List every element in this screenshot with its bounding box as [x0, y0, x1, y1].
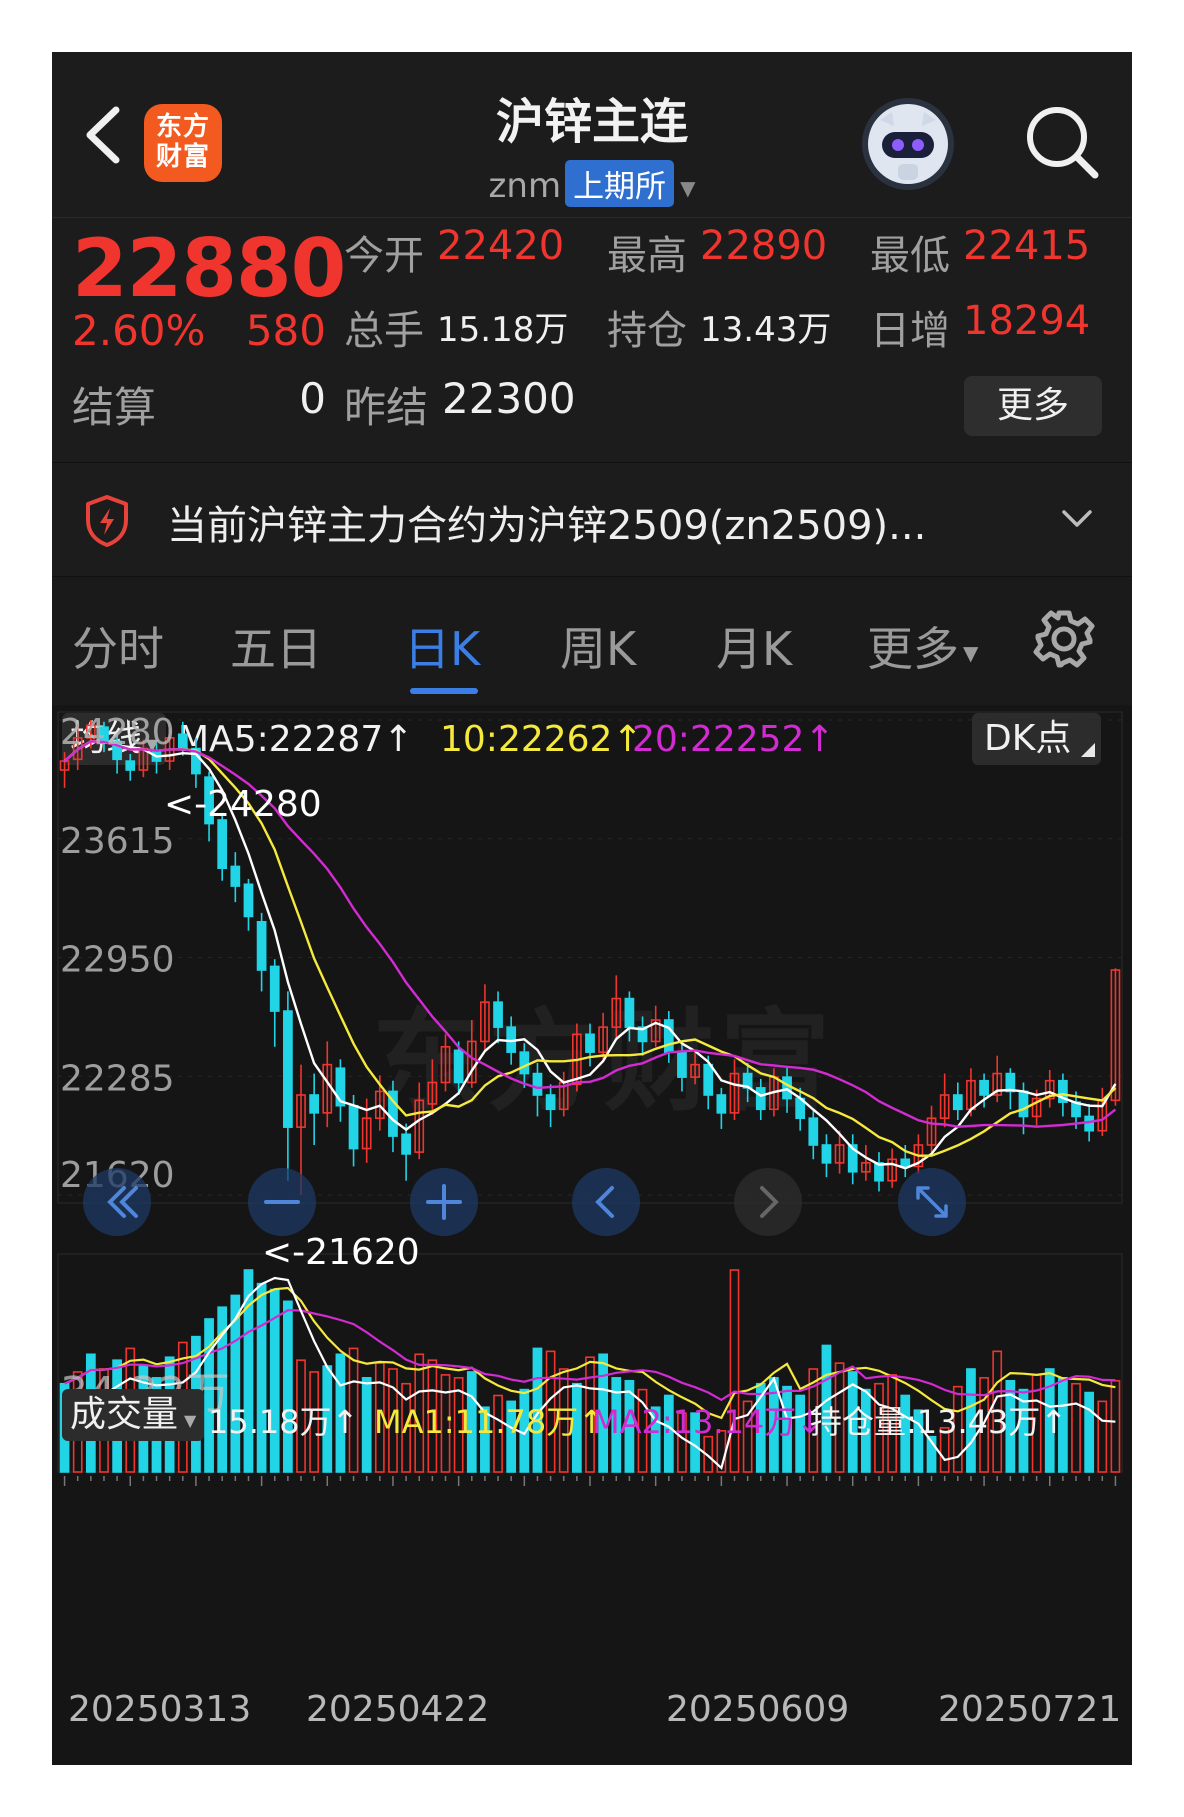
- caret-down-icon: ▼: [184, 1411, 197, 1430]
- price-tick-label: 22950: [60, 940, 175, 981]
- candle-body: [952, 1094, 963, 1111]
- candle-body: [663, 1019, 674, 1053]
- indicator-selector[interactable]: 成交量 ▼: [62, 1389, 205, 1441]
- candle-body: [808, 1117, 819, 1146]
- fullscreen-button[interactable]: [898, 1168, 966, 1236]
- candle-body: [269, 965, 280, 1012]
- app-screen: 东方 财富 沪锌主连 znm 上期所 ▼ 22880 2.60% 580 结算 …: [52, 52, 1132, 1765]
- up-arrow-icon: ↑: [1040, 1403, 1068, 1441]
- candle-body: [348, 1104, 359, 1150]
- candle-body: [755, 1087, 766, 1111]
- rewind-button[interactable]: [83, 1168, 151, 1236]
- volume-today-text: 15.18万: [208, 1403, 332, 1441]
- date-label-1: 20250313: [68, 1689, 252, 1730]
- candle-body: [217, 819, 228, 870]
- candle-body: [309, 1094, 320, 1114]
- candle-body: [453, 1049, 464, 1084]
- candle-body: [821, 1144, 832, 1164]
- date-label-3: 20250609: [666, 1689, 850, 1730]
- scroll-left-button[interactable]: [572, 1168, 640, 1236]
- candle-body: [1084, 1115, 1095, 1132]
- scroll-right-button[interactable]: [734, 1168, 802, 1236]
- volume-indicator-row: 成交量 ▼ 15.18万↑ MA1:11.78万↑ MA2:13.14万↓ 持仓量…: [52, 1385, 1132, 1445]
- candle-body: [1018, 1090, 1029, 1118]
- rewind-button-bg: [83, 1168, 151, 1236]
- min-price-marker: <-21620: [262, 1232, 420, 1273]
- scroll-left-button-bg: [572, 1168, 640, 1236]
- candle-body: [230, 865, 241, 887]
- up-arrow-icon: ↑: [331, 1403, 359, 1441]
- candle-body: [532, 1072, 543, 1096]
- zoom-out-button[interactable]: [248, 1168, 316, 1236]
- open-interest-indicator-text: 持仓量:13.43万: [810, 1403, 1041, 1441]
- candle-body: [125, 760, 136, 771]
- candle-body: [545, 1094, 556, 1111]
- candle-body: [900, 1158, 911, 1168]
- candle-body: [243, 883, 254, 918]
- volume-ma1-text: MA1:11.78万: [374, 1403, 579, 1441]
- candle-body: [979, 1079, 989, 1096]
- candle-body: [1005, 1072, 1016, 1093]
- candle-body: [703, 1063, 714, 1096]
- volume-ma2: MA2:13.14万↓: [592, 1397, 823, 1443]
- volume-today: 15.18万↑: [208, 1397, 358, 1443]
- candle-body: [493, 1001, 503, 1028]
- candle-body: [519, 1051, 530, 1075]
- date-label-2: 20250422: [306, 1689, 490, 1730]
- date-axis-ticks: [63, 1476, 1117, 1486]
- kline-chart[interactable]: 2428023615229502228521620 <-24280 <-2162…: [52, 52, 1132, 1765]
- zoom-in-button[interactable]: [410, 1168, 478, 1236]
- price-tick-label: 22285: [60, 1058, 175, 1099]
- date-label-4: 20250721: [938, 1689, 1122, 1730]
- price-tick-label: 24280: [60, 712, 175, 753]
- candle-body: [256, 920, 267, 971]
- indicator-selector-label: 成交量: [70, 1394, 179, 1435]
- candle-body: [782, 1076, 792, 1100]
- candle-body: [401, 1133, 411, 1155]
- candle-body: [716, 1094, 727, 1114]
- price-axis: 2428023615229502228521620: [60, 712, 175, 1196]
- price-tick-label: 23615: [60, 821, 175, 862]
- volume-ma1: MA1:11.78万↑: [374, 1397, 605, 1443]
- candle-body: [177, 733, 188, 750]
- volume-ma2-text: MA2:13.14万: [592, 1403, 797, 1441]
- candle-body: [624, 997, 635, 1028]
- candle-body: [677, 1051, 687, 1078]
- open-interest-indicator: 持仓量:13.43万↑: [810, 1397, 1067, 1443]
- candle-body: [283, 1010, 293, 1128]
- candle-body: [585, 1033, 595, 1053]
- max-price-marker: <-24280: [164, 784, 322, 825]
- scroll-right-button-bg: [734, 1168, 802, 1236]
